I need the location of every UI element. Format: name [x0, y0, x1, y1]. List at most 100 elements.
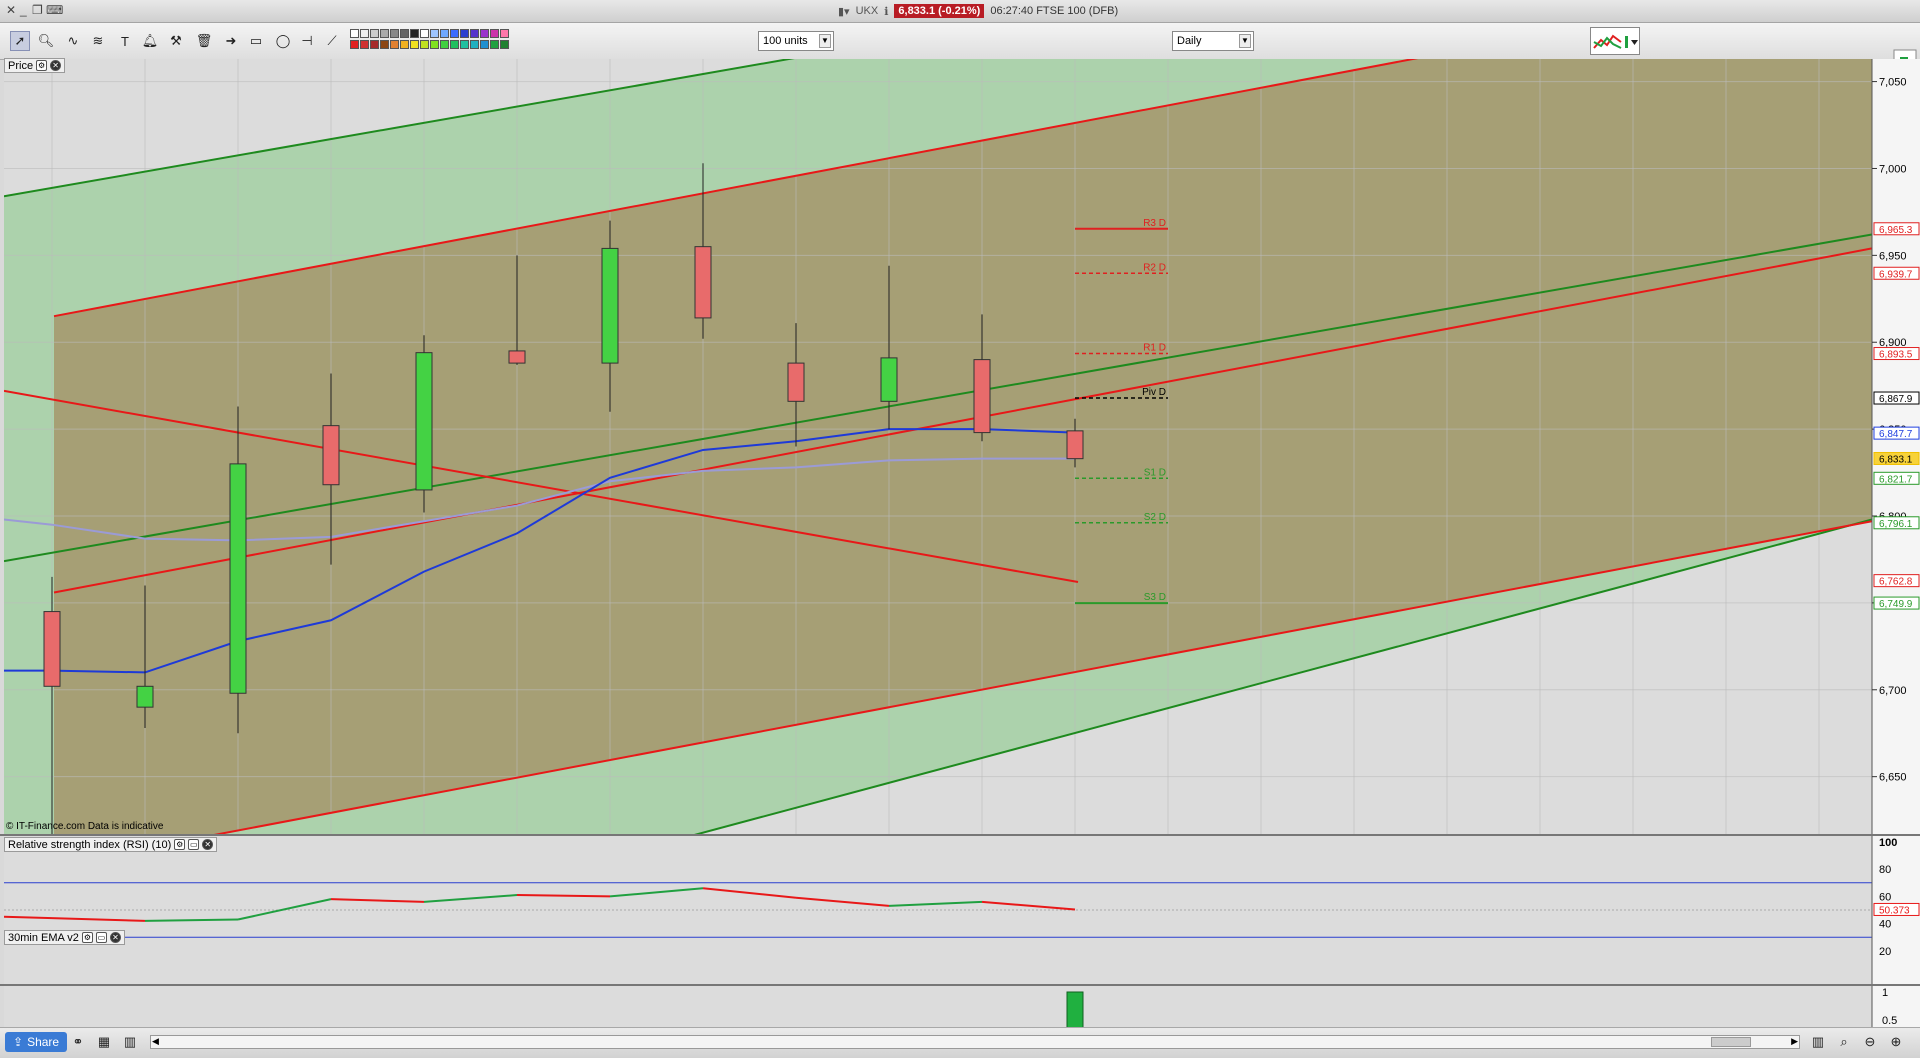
- time-scrollbar[interactable]: ◀ ▶: [150, 1035, 1800, 1049]
- rectangle-tool-icon[interactable]: ▭: [246, 31, 266, 51]
- link-icon[interactable]: ⚭: [68, 1032, 88, 1052]
- fibonacci-tool-icon[interactable]: ≋: [88, 31, 108, 51]
- color-swatch[interactable]: [350, 29, 359, 38]
- indicator-tool-icon[interactable]: ∿: [63, 31, 83, 51]
- units-select[interactable]: 100 units ▼: [758, 31, 834, 51]
- ema-panel-title: 30min EMA v2: [8, 931, 79, 944]
- wrench-icon[interactable]: ⚙: [81, 932, 93, 943]
- maximize-icon[interactable]: ▭: [95, 932, 107, 943]
- zoom-in-icon[interactable]: ⊕: [1886, 1032, 1906, 1052]
- restore-window-icon[interactable]: ❐: [32, 4, 43, 16]
- drawing-toolbar: ➚ 🔍︎ ∿ ≋ T 🔔︎ ⚒ 🗑︎ ➜ ▭ ◯ ⊣ ⟋ 100 units ▼…: [0, 23, 1920, 79]
- color-swatch[interactable]: [420, 29, 429, 38]
- color-swatch[interactable]: [490, 29, 499, 38]
- candle-up: [415, 352, 433, 491]
- chart-type-icon[interactable]: ▥: [1808, 1032, 1828, 1052]
- color-swatch[interactable]: [360, 40, 369, 49]
- share-button[interactable]: ⇪ Share: [5, 1032, 68, 1052]
- keyboard-icon[interactable]: ⌨: [46, 4, 63, 16]
- price-tick-label: 6,700: [1879, 685, 1907, 697]
- text-tool-icon[interactable]: T: [115, 31, 135, 51]
- color-swatch[interactable]: [400, 29, 409, 38]
- zoom-out-icon[interactable]: ⊖: [1860, 1032, 1880, 1052]
- candle-down: [322, 425, 340, 486]
- wrench-icon[interactable]: ⚙: [174, 839, 186, 850]
- color-swatch[interactable]: [460, 40, 469, 49]
- scrollbar-thumb[interactable]: [1711, 1037, 1751, 1047]
- color-swatch[interactable]: [460, 29, 469, 38]
- scroll-left-icon[interactable]: ◀: [152, 1036, 159, 1047]
- price-marker-label: 6,821.7: [1879, 474, 1913, 485]
- zoom-tool-icon[interactable]: 🔍︎: [36, 31, 56, 51]
- close-window-icon[interactable]: ✕: [6, 4, 16, 16]
- trash-icon[interactable]: 🗑︎: [194, 31, 214, 51]
- color-swatch[interactable]: [380, 29, 389, 38]
- close-icon[interactable]: ✕: [50, 60, 62, 71]
- pivot-label: S2 D: [1144, 512, 1166, 523]
- color-swatch[interactable]: [350, 40, 359, 49]
- color-swatch[interactable]: [440, 29, 449, 38]
- color-swatch[interactable]: [410, 40, 419, 49]
- maximize-icon[interactable]: ▭: [188, 839, 200, 850]
- color-swatch[interactable]: [390, 29, 399, 38]
- share-icon: ⇪: [13, 1035, 24, 1049]
- color-swatch[interactable]: [430, 29, 439, 38]
- color-swatch[interactable]: [470, 29, 479, 38]
- color-swatch[interactable]: [420, 40, 429, 49]
- ema-panel-label: 30min EMA v2 ⚙ ▭ ✕: [4, 930, 125, 945]
- close-icon[interactable]: ✕: [109, 932, 121, 943]
- candle-down: [973, 359, 991, 434]
- scroll-right-icon[interactable]: ▶: [1791, 1036, 1798, 1047]
- time-instrument-label: 06:27:40 FTSE 100 (DFB): [990, 5, 1119, 17]
- rsi-segment: [4, 915, 53, 920]
- period-select[interactable]: Daily ▼: [1172, 31, 1254, 51]
- color-swatch[interactable]: [370, 29, 379, 38]
- color-swatch[interactable]: [480, 40, 489, 49]
- hammer-tool-icon[interactable]: ⚒: [166, 31, 186, 51]
- color-swatch[interactable]: [430, 40, 439, 49]
- minimize-window-icon[interactable]: _: [20, 4, 27, 16]
- horizontal-line-tool-icon[interactable]: ⊣: [297, 31, 317, 51]
- close-icon[interactable]: ✕: [202, 839, 214, 850]
- color-swatch[interactable]: [370, 40, 379, 49]
- rsi-panel-label: Relative strength index (RSI) (10) ⚙ ▭ ✕: [4, 837, 218, 852]
- price-marker-label: 6,867.9: [1879, 394, 1913, 405]
- pivot-label: Piv D: [1142, 387, 1166, 398]
- candle-down: [787, 362, 805, 402]
- alert-bell-icon[interactable]: 🔔︎: [140, 31, 160, 51]
- wrench-icon[interactable]: ⚙: [36, 60, 48, 71]
- price-panel-title: Price: [8, 59, 34, 72]
- rsi-tick-label: 40: [1879, 919, 1891, 931]
- arrow-tool-icon[interactable]: ➜: [221, 31, 241, 51]
- color-swatch[interactable]: [400, 40, 409, 49]
- color-swatch[interactable]: [490, 40, 499, 49]
- chart-type-icon[interactable]: ▮▾: [838, 5, 850, 18]
- color-swatch[interactable]: [480, 29, 489, 38]
- color-swatch[interactable]: [390, 40, 399, 49]
- color-swatch[interactable]: [470, 40, 479, 49]
- color-swatch[interactable]: [380, 40, 389, 49]
- price-tick-label: 6,650: [1879, 772, 1907, 784]
- trendline-tool-icon[interactable]: ⟋: [322, 31, 342, 51]
- color-swatch[interactable]: [500, 29, 509, 38]
- color-swatch[interactable]: [500, 40, 509, 49]
- bars-icon[interactable]: ▥: [120, 1032, 140, 1052]
- chart-layout-button[interactable]: [1590, 27, 1640, 55]
- color-swatch[interactable]: [440, 40, 449, 49]
- price-panel-label: Price ⚙ ✕: [4, 58, 66, 73]
- color-swatch[interactable]: [360, 29, 369, 38]
- pointer-tool-icon[interactable]: ➚: [10, 31, 30, 51]
- candle-down: [694, 246, 712, 319]
- color-swatch[interactable]: [410, 29, 419, 38]
- color-swatch[interactable]: [450, 29, 459, 38]
- grid-icon[interactable]: ▦: [94, 1032, 114, 1052]
- zoom-fit-icon[interactable]: ⌕: [1834, 1032, 1854, 1052]
- color-swatch[interactable]: [450, 40, 459, 49]
- info-icon[interactable]: ℹ: [884, 5, 888, 18]
- rsi-segment: [516, 894, 611, 898]
- ema-tick-label: 1: [1882, 987, 1888, 999]
- chart-area[interactable]: R3 D R2 D R1 D Piv D S1 D S2 D S3 D © IT-Finan…: [0, 59, 1920, 1027]
- ellipse-tool-icon[interactable]: ◯: [273, 31, 293, 51]
- color-palette: [350, 29, 510, 50]
- price-marker-label: 6,796.1: [1879, 519, 1913, 530]
